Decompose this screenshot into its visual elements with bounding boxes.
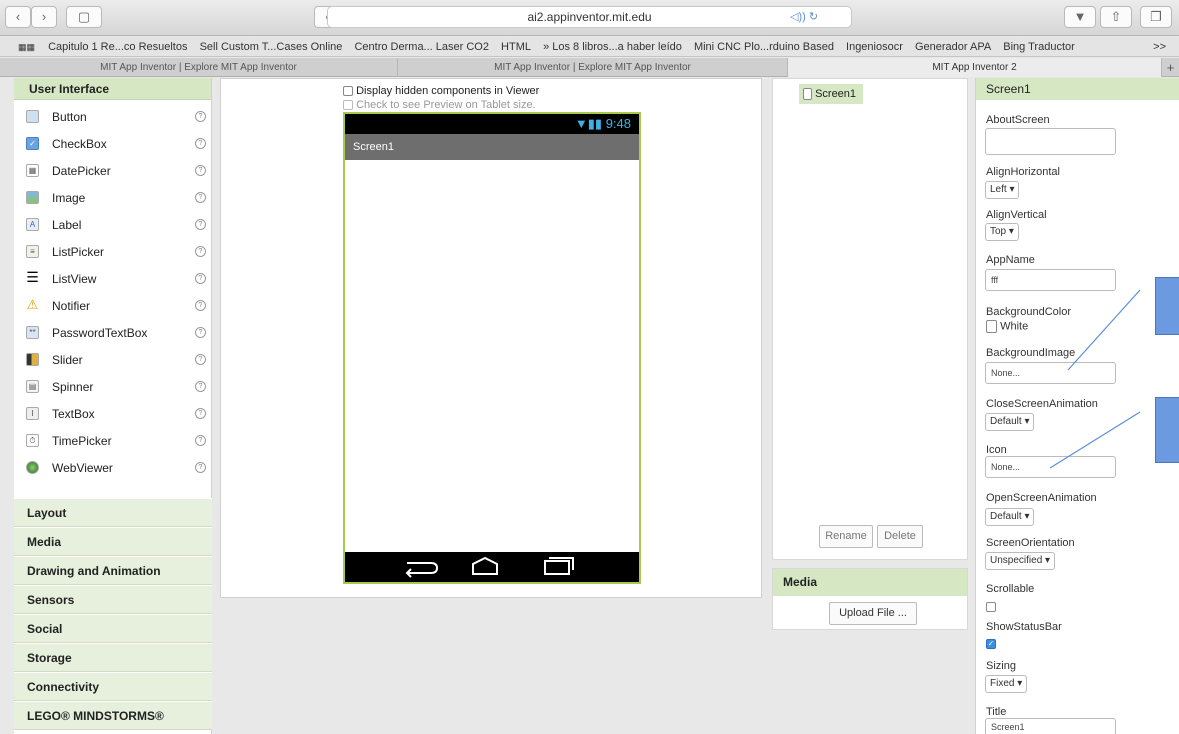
- annotation-lines: [1049, 289, 1141, 469]
